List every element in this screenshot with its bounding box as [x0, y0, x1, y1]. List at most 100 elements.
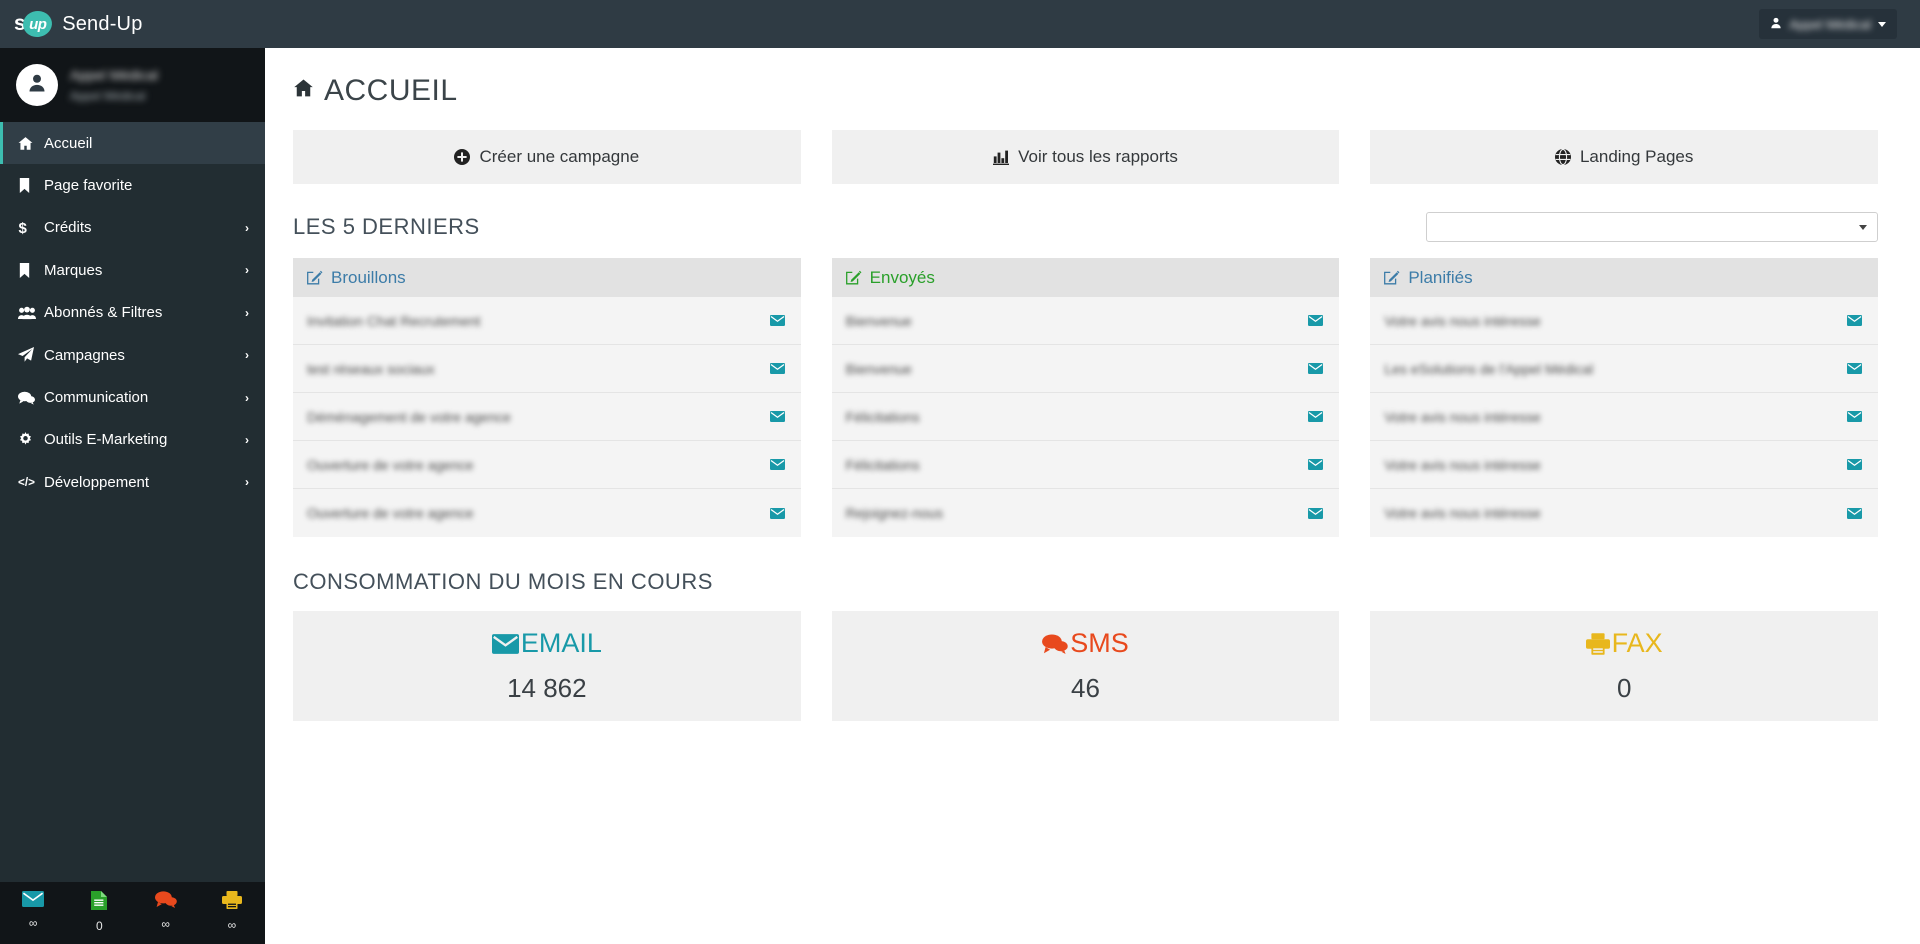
sidebar-item-abonnes-filtres[interactable]: Abonnés & Filtres ›: [0, 292, 265, 334]
sidebar-footer: ∞ 0 ∞ ∞: [0, 882, 265, 944]
dollar-icon: $: [18, 220, 44, 236]
envelope-icon[interactable]: [769, 459, 785, 470]
user-icon: [1770, 17, 1782, 32]
envelope-icon[interactable]: [1308, 315, 1324, 326]
list-item[interactable]: Les eSolutions de l'Appel Médical: [1370, 345, 1879, 393]
list-item[interactable]: Votre avis nous intéresse: [1370, 297, 1879, 345]
sidebar-item-accueil[interactable]: Accueil: [0, 122, 265, 165]
envelope-icon[interactable]: [1847, 411, 1863, 422]
footer-email-credits[interactable]: ∞: [0, 891, 66, 929]
chevron-right-icon: ›: [245, 390, 249, 405]
sidebar-item-communication[interactable]: Communication ›: [0, 376, 265, 418]
campaign-name: Votre avis nous intéresse: [1384, 456, 1541, 473]
logo-mark: s up: [14, 9, 54, 39]
footer-count: ∞: [227, 918, 237, 932]
envelope-icon[interactable]: [1308, 507, 1324, 519]
sidebar-item-campagnes[interactable]: Campagnes ›: [0, 334, 265, 376]
campaign-name: Votre avis nous intéresse: [1384, 505, 1541, 521]
envelope-icon[interactable]: [1847, 459, 1863, 470]
edit-square-icon: [845, 270, 862, 285]
card-sms: SMS 46: [831, 611, 1340, 721]
envelope-icon: [22, 891, 45, 910]
campaign-name: test réseaux sociaux: [307, 360, 435, 377]
list-item[interactable]: Invitation Chat Recrutement: [293, 297, 801, 345]
list-item[interactable]: Déménagement de votre agence: [293, 393, 801, 441]
list-item[interactable]: Rejoignez-nous: [832, 489, 1340, 537]
envelope-icon[interactable]: [1308, 411, 1324, 422]
list-item[interactable]: Félicitations: [831, 393, 1340, 441]
app-title: Send-Up: [62, 12, 143, 35]
list-item[interactable]: Votre avis nous intéresse: [1370, 441, 1879, 489]
sidebar-item-label: Campagnes: [44, 346, 125, 364]
topbar-right: Appel Médical: [1759, 9, 1897, 39]
footer-document-credits[interactable]: 0: [66, 891, 132, 932]
sidebar-user-panel[interactable]: Appel Médical Appel Médical: [0, 48, 265, 122]
bar-chart-icon: [993, 150, 1010, 165]
bookmark-icon: [18, 178, 44, 194]
panel-planifies: Planifiés Votre avis nous intéresse Les …: [1370, 258, 1879, 537]
envelope-icon[interactable]: [769, 507, 785, 519]
panel-header: Planifiés: [1370, 258, 1879, 297]
campaign-name: Rejoignez-nous: [845, 505, 943, 521]
panel-rows: Votre avis nous intéresse Les eSolutions…: [1370, 297, 1879, 537]
quick-actions-row: Créer une campagne Voir tous les rapport…: [293, 130, 1879, 184]
card-fax: FAX 0: [1370, 611, 1879, 721]
card-label-text: FAX: [1611, 628, 1663, 658]
panel-rows: Bienvenue Bienvenue Félicitations Félici…: [831, 297, 1340, 537]
list-item[interactable]: Bienvenue: [831, 345, 1340, 393]
panel-rows: Invitation Chat Recrutement test réseaux…: [293, 297, 801, 537]
chevron-right-icon: ›: [245, 432, 249, 447]
landing-pages-button[interactable]: Landing Pages: [1370, 130, 1879, 184]
brand-select[interactable]: [1426, 212, 1878, 242]
svg-text:$: $: [19, 220, 28, 236]
list-item[interactable]: Votre avis nous intéresse: [1370, 489, 1878, 537]
view-reports-button[interactable]: Voir tous les rapports: [831, 130, 1340, 184]
code-icon: </>: [18, 475, 44, 489]
latest-panels: Brouillons Invitation Chat Recrutement t…: [293, 258, 1879, 537]
printer-icon: [221, 891, 242, 912]
chevron-down-icon: [1859, 224, 1867, 230]
footer-count: ∞: [28, 916, 38, 930]
logo-bubble-icon: up: [21, 9, 54, 39]
list-item[interactable]: Félicitations: [831, 441, 1340, 489]
user-menu-button[interactable]: Appel Médical: [1759, 9, 1897, 39]
printer-icon: [1585, 632, 1610, 655]
main-content: ACCUEIL Créer une campagne Voir tous les…: [265, 48, 1920, 944]
envelope-icon[interactable]: [1847, 507, 1863, 519]
panel-title: Envoyés: [869, 267, 935, 287]
sidebar-item-outils-e-marketing[interactable]: Outils E-Marketing ›: [0, 419, 265, 461]
card-label: SMS: [1042, 628, 1129, 659]
list-item[interactable]: test réseaux sociaux: [293, 345, 801, 393]
footer-fax-credits[interactable]: ∞: [199, 891, 265, 931]
envelope-icon[interactable]: [769, 363, 785, 374]
users-icon: [18, 306, 44, 320]
envelope-icon[interactable]: [769, 315, 785, 326]
gear-icon: [18, 432, 44, 447]
sidebar-item-page-favorite[interactable]: Page favorite: [0, 164, 265, 206]
envelope-icon[interactable]: [1308, 459, 1324, 470]
top-navbar: s up Send-Up Appel Médical: [0, 0, 1920, 48]
campaign-name: Votre avis nous intéresse: [1384, 312, 1541, 329]
panel-header: Brouillons: [293, 258, 801, 297]
list-item[interactable]: Ouverture de votre agence: [293, 441, 801, 489]
chevron-right-icon: ›: [245, 220, 249, 235]
sidebar-item-developpement[interactable]: </> Développement ›: [0, 461, 265, 503]
campaign-name: Félicitations: [845, 408, 920, 425]
footer-count: ∞: [161, 917, 170, 931]
create-campaign-button[interactable]: Créer une campagne: [293, 130, 801, 184]
brand-logo[interactable]: s up Send-Up: [0, 0, 265, 48]
sidebar-item-label: Abonnés & Filtres: [44, 304, 163, 322]
list-item[interactable]: Votre avis nous intéresse: [1370, 393, 1879, 441]
envelope-icon[interactable]: [769, 411, 785, 422]
page-title: ACCUEIL: [293, 74, 1878, 108]
envelope-icon[interactable]: [1847, 363, 1863, 374]
footer-sms-credits[interactable]: ∞: [133, 891, 199, 930]
sidebar: Appel Médical Appel Médical Accueil Page…: [0, 48, 265, 944]
comments-icon: [18, 391, 44, 405]
list-item[interactable]: Ouverture de votre agence: [293, 489, 801, 537]
sidebar-item-marques[interactable]: Marques ›: [0, 249, 265, 291]
list-item[interactable]: Bienvenue: [831, 297, 1340, 345]
envelope-icon[interactable]: [1847, 315, 1863, 326]
envelope-icon[interactable]: [1308, 363, 1324, 374]
sidebar-item-credits[interactable]: $ Crédits ›: [0, 207, 265, 249]
